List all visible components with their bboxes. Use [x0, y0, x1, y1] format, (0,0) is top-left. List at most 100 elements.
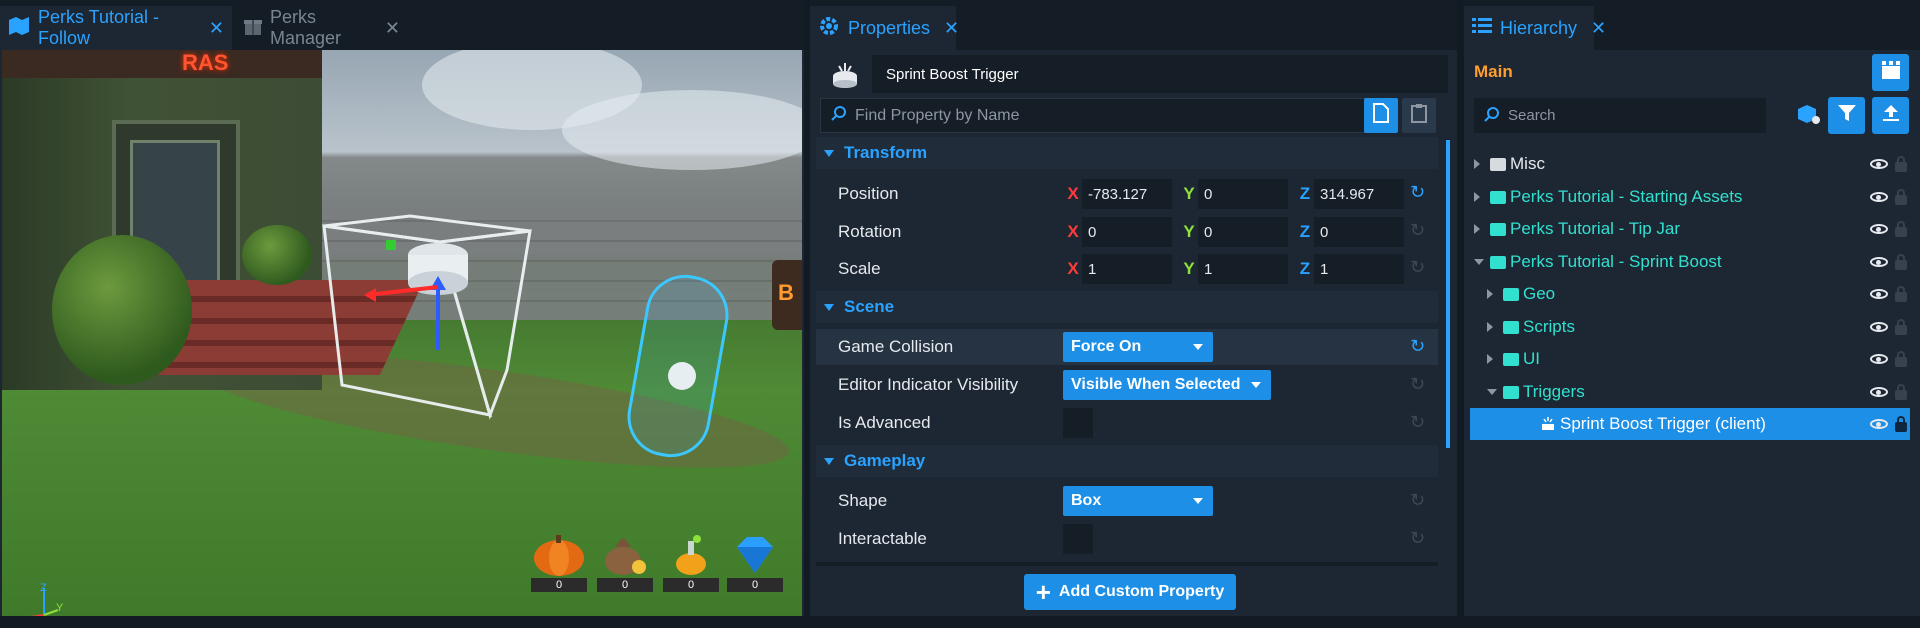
paste-properties-button[interactable] [1402, 98, 1436, 133]
scene-settings-button[interactable] [1872, 54, 1909, 91]
close-icon[interactable]: ✕ [1591, 18, 1606, 39]
lock-icon[interactable] [1895, 221, 1907, 237]
game-collision-dropdown[interactable]: Force On [1063, 332, 1213, 362]
close-icon[interactable]: ✕ [385, 18, 400, 39]
expand-arrow-icon[interactable] [1474, 192, 1480, 202]
find-property-input[interactable]: Find Property by Name [820, 98, 1372, 133]
tree-item[interactable]: Scripts [1470, 311, 1910, 343]
add-custom-property-button[interactable]: + Add Custom Property [1024, 574, 1236, 610]
tree-item-label: Triggers [1523, 382, 1585, 401]
scale-z-input[interactable]: 1 [1314, 254, 1404, 284]
rotation-vector: X 0 Y 0 Z 0 [1064, 217, 1412, 247]
property-label: Game Collision [838, 337, 954, 356]
collapse-arrow-icon [824, 303, 834, 311]
list-icon [1472, 17, 1492, 40]
eye-icon[interactable] [1870, 387, 1888, 397]
upload-button[interactable] [1872, 97, 1909, 134]
close-icon[interactable]: ✕ [944, 18, 959, 39]
object-name-field[interactable]: Sprint Boost Trigger [872, 55, 1448, 93]
copy-properties-button[interactable] [1364, 98, 1398, 133]
interactable-checkbox[interactable] [1063, 524, 1093, 554]
collapse-arrow-icon [824, 149, 834, 157]
expand-arrow-icon[interactable] [1487, 322, 1493, 332]
section-scene[interactable]: Scene [816, 291, 1438, 323]
section-transform[interactable]: Transform [816, 137, 1438, 169]
reset-icon[interactable]: ↻ [1410, 220, 1425, 241]
reset-icon[interactable]: ↻ [1410, 182, 1425, 203]
position-y-input[interactable]: 0 [1198, 179, 1288, 209]
lock-icon[interactable] [1895, 384, 1907, 400]
rotation-x-input[interactable]: 0 [1082, 217, 1172, 247]
lock-icon[interactable] [1895, 189, 1907, 205]
folder-icon [1490, 256, 1506, 269]
position-z-input[interactable]: 314.967 [1314, 179, 1404, 209]
tab-perks-tutorial-follow[interactable]: Perks Tutorial - Follow ✕ [0, 6, 232, 50]
hierarchy-search-input[interactable]: Search [1474, 98, 1766, 133]
tab-hierarchy[interactable]: Hierarchy ✕ [1464, 6, 1606, 50]
scale-y-input[interactable]: 1 [1198, 254, 1288, 284]
dropdown-value: Visible When Selected [1071, 376, 1241, 393]
scale-x-input[interactable]: 1 [1082, 254, 1172, 284]
rotation-z-input[interactable]: 0 [1314, 217, 1404, 247]
expand-arrow-icon[interactable] [1474, 224, 1480, 234]
collapse-arrow-icon[interactable] [1474, 259, 1484, 265]
eye-icon[interactable] [1870, 224, 1888, 234]
expand-arrow-icon[interactable] [1474, 159, 1480, 169]
hierarchy-root-label[interactable]: Main [1474, 62, 1513, 82]
editor-indicator-dropdown[interactable]: Visible When Selected [1063, 370, 1271, 400]
eye-icon[interactable] [1870, 289, 1888, 299]
filter-icon [1837, 104, 1856, 127]
section-gameplay[interactable]: Gameplay [816, 445, 1438, 477]
shape-dropdown[interactable]: Box [1063, 486, 1213, 516]
collapse-arrow-icon[interactable] [1487, 389, 1497, 395]
position-vector: X -783.127 Y 0 Z 314.967 [1064, 179, 1412, 209]
hud-potion: 0 [660, 530, 722, 600]
eye-icon[interactable] [1870, 322, 1888, 332]
reset-icon[interactable]: ↻ [1410, 336, 1425, 357]
tree-item[interactable]: Perks Tutorial - Tip Jar [1470, 213, 1910, 245]
plus-icon: + [1035, 577, 1051, 607]
eye-icon[interactable] [1870, 354, 1888, 364]
lock-icon[interactable] [1895, 351, 1907, 367]
eye-icon[interactable] [1870, 257, 1888, 267]
gem-icon [728, 530, 782, 578]
scrollbar[interactable] [1446, 140, 1450, 448]
lock-icon[interactable] [1895, 156, 1907, 172]
expand-arrow-icon[interactable] [1487, 354, 1493, 364]
is-advanced-checkbox[interactable] [1063, 408, 1093, 438]
reset-icon[interactable]: ↻ [1410, 490, 1425, 511]
tree-item-label: Sprint Boost Trigger (client) [1560, 414, 1766, 433]
position-x-input[interactable]: -783.127 [1082, 179, 1172, 209]
lock-icon[interactable] [1895, 319, 1907, 335]
tree-item[interactable]: Sprint Boost Trigger (client) [1470, 408, 1910, 440]
filter-button[interactable] [1828, 97, 1865, 134]
hud-count: 0 [531, 578, 587, 592]
rotation-y-input[interactable]: 0 [1198, 217, 1288, 247]
tree-item[interactable]: Perks Tutorial - Sprint Boost [1470, 246, 1910, 278]
tree-item[interactable]: Triggers [1470, 376, 1910, 408]
expand-arrow-icon[interactable] [1487, 289, 1493, 299]
tree-item[interactable]: Perks Tutorial - Starting Assets [1470, 181, 1910, 213]
eye-icon[interactable] [1870, 419, 1888, 429]
folder-icon [1490, 158, 1506, 171]
tab-properties[interactable]: Properties ✕ [810, 6, 959, 50]
hierarchy-tabbar: Hierarchy ✕ [1464, 0, 1920, 50]
eye-icon[interactable] [1870, 192, 1888, 202]
lock-icon[interactable] [1895, 416, 1907, 432]
game-scene-view[interactable]: RAS B Z x [2, 50, 802, 616]
tree-item[interactable]: Misc [1470, 148, 1910, 180]
reset-icon[interactable]: ↻ [1410, 257, 1425, 278]
eye-icon[interactable] [1870, 159, 1888, 169]
reset-icon[interactable]: ↻ [1410, 528, 1425, 549]
hierarchy-panel: Hierarchy ✕ Main Search Misc Perks Tutori… [1464, 0, 1920, 628]
create-object-button[interactable] [1794, 101, 1824, 131]
reset-icon[interactable]: ↻ [1410, 374, 1425, 395]
tree-item[interactable]: Geo [1470, 278, 1910, 310]
tree-item[interactable]: UI [1470, 343, 1910, 375]
lock-icon[interactable] [1895, 254, 1907, 270]
lock-icon[interactable] [1895, 286, 1907, 302]
close-icon[interactable]: ✕ [209, 18, 224, 39]
tab-perks-manager[interactable]: Perks Manager ✕ [236, 6, 408, 50]
reset-icon[interactable]: ↻ [1410, 412, 1425, 433]
chevron-down-icon [1193, 498, 1203, 504]
